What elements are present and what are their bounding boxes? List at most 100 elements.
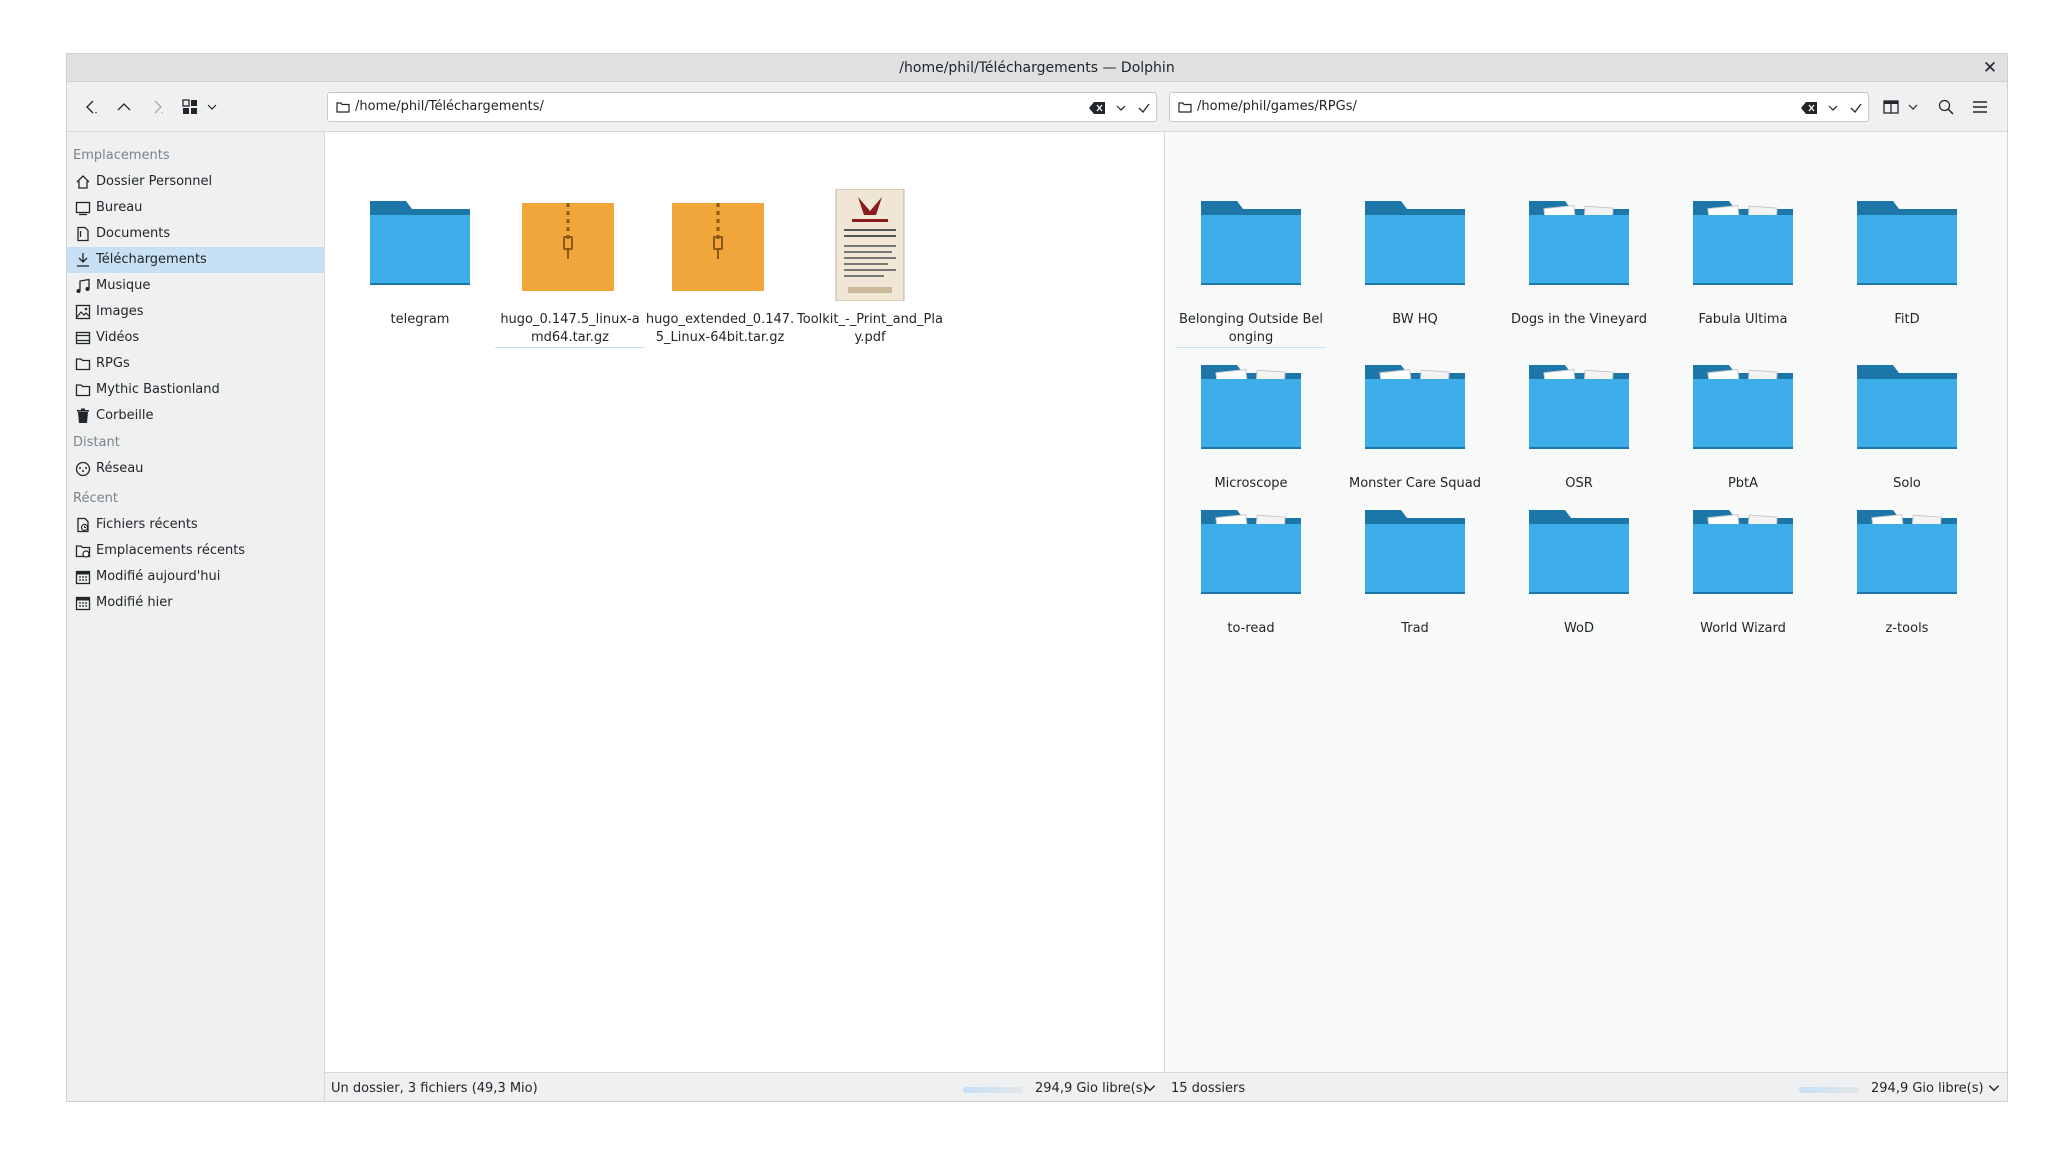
item-name: Toolkit_-_Print_and_Play.pdf	[797, 312, 943, 345]
sidebar-item-label: Dossier Personnel	[96, 174, 213, 189]
sidebar-item[interactable]: Modifié hier	[67, 590, 324, 616]
archive-icon	[518, 197, 622, 297]
sidebar-item-label: Téléchargements	[96, 252, 207, 267]
folder-item[interactable]: World Wizard	[1668, 506, 1818, 656]
recent-files-icon	[77, 517, 89, 533]
folder-icon	[1691, 197, 1795, 297]
folder-item[interactable]: WoD	[1504, 506, 1654, 656]
archive-item[interactable]: hugo_extended_0.147.5_Linux-64bit.tar.gz	[645, 197, 795, 347]
folder-item[interactable]: PbtA	[1668, 361, 1818, 511]
folder-icon	[1199, 506, 1303, 606]
folder-item[interactable]: Trad	[1340, 506, 1490, 656]
sidebar-section-heading: Récent	[73, 491, 118, 506]
folder-item[interactable]: telegram	[345, 197, 495, 347]
folder-item[interactable]: to-read	[1176, 506, 1326, 656]
sidebar-item[interactable]: Vidéos	[67, 325, 324, 351]
archive-item[interactable]: hugo_0.147.5_linux-amd64.tar.gz	[495, 197, 645, 348]
right-free-space: 294,9 Gio libre(s)	[1871, 1081, 1984, 1096]
chevron-down-icon[interactable]	[1824, 99, 1842, 117]
chevron-down-icon[interactable]	[200, 95, 224, 119]
archive-icon	[668, 197, 772, 297]
folder-item[interactable]: Fabula Ultima	[1668, 197, 1818, 347]
folder-icon	[1527, 361, 1631, 461]
folder-icon	[1363, 506, 1467, 606]
go-previous-icon[interactable]	[79, 95, 103, 119]
folder-item[interactable]: Belonging Outside Belonging	[1176, 197, 1326, 348]
folder-item[interactable]: Monster Care Squad	[1340, 361, 1490, 511]
sidebar-item-label: Bureau	[96, 200, 143, 215]
chevron-down-icon[interactable]	[1143, 1081, 1157, 1095]
chevron-down-icon[interactable]	[1987, 1081, 2001, 1095]
sidebar-item[interactable]: Mythic Bastionland	[67, 377, 324, 403]
sidebar-item[interactable]: Dossier Personnel	[67, 169, 324, 195]
music-icon	[76, 278, 90, 293]
sidebar-item-label: Réseau	[96, 461, 144, 476]
network-icon	[75, 461, 91, 477]
close-icon[interactable]: ✕	[1979, 57, 2001, 79]
documents-icon	[77, 226, 89, 242]
right-view[interactable]: Belonging Outside Belonging BW HQ Dogs in …	[1165, 132, 2007, 1072]
sidebar-item-label: RPGs	[96, 356, 130, 371]
dolphin-window: /home/phil/Téléchargements — Dolphin ✕ /…	[66, 53, 2008, 1102]
search-icon[interactable]	[1934, 95, 1958, 119]
item-name: Trad	[1401, 621, 1429, 636]
item-name: hugo_0.147.5_linux-amd64.tar.gz	[495, 311, 645, 348]
left-view[interactable]: telegram hugo_0.147.5_linux-amd64.tar.gz h…	[325, 132, 1165, 1072]
item-name: Belonging Outside Belonging	[1176, 311, 1326, 348]
chevron-down-icon[interactable]	[1112, 99, 1130, 117]
hamburger-menu-icon[interactable]	[1968, 95, 1992, 119]
view-icons-icon[interactable]	[178, 95, 202, 119]
left-free-space: 294,9 Gio libre(s)	[1035, 1081, 1148, 1096]
sidebar-item-label: Emplacements récents	[96, 543, 246, 558]
left-location-bar[interactable]: /home/phil/Téléchargements/	[327, 92, 1157, 122]
window-title: /home/phil/Téléchargements — Dolphin	[899, 60, 1175, 76]
folder-item[interactable]: BW HQ	[1340, 197, 1490, 347]
clear-icon[interactable]	[1800, 99, 1818, 117]
confirm-check-icon[interactable]	[1135, 99, 1153, 117]
folder-item[interactable]: OSR	[1504, 361, 1654, 511]
clear-icon[interactable]	[1088, 99, 1106, 117]
folder-icon	[75, 384, 91, 397]
sidebar-item[interactable]: Documents	[67, 221, 324, 247]
sidebar-item[interactable]: Images	[67, 299, 324, 325]
item-name: Microscope	[1214, 476, 1288, 491]
folder-icon	[1178, 102, 1192, 113]
title-bar[interactable]: /home/phil/Téléchargements — Dolphin ✕	[67, 54, 2007, 82]
calendar-icon	[75, 570, 91, 585]
left-status-bar: Un dossier, 3 fichiers (49,3 Mio) 294,9 …	[325, 1072, 1165, 1101]
folder-item[interactable]: Solo	[1832, 361, 1982, 511]
confirm-check-icon[interactable]	[1847, 99, 1865, 117]
chevron-down-icon[interactable]	[1901, 95, 1925, 119]
sidebar-item-label: Musique	[96, 278, 151, 293]
sidebar-item[interactable]: Bureau	[67, 195, 324, 221]
sidebar-item[interactable]: Musique	[67, 273, 324, 299]
folder-item[interactable]: Microscope	[1176, 361, 1326, 511]
sidebar-item[interactable]: Réseau	[67, 456, 324, 482]
sidebar-item[interactable]: RPGs	[67, 351, 324, 377]
folder-item[interactable]: z-tools	[1832, 506, 1982, 656]
item-name: BW HQ	[1392, 312, 1438, 327]
sidebar-item[interactable]: Emplacements récents	[67, 538, 324, 564]
folder-icon	[1855, 361, 1959, 461]
go-up-icon[interactable]	[112, 95, 136, 119]
folder-icon	[1199, 361, 1303, 461]
folder-icon	[1363, 361, 1467, 461]
sidebar-item[interactable]: Corbeille	[67, 403, 324, 429]
pdf-file-item[interactable]: Toolkit_-_Print_and_Play.pdf	[795, 188, 945, 347]
view-split-icon[interactable]	[1879, 95, 1903, 119]
home-icon	[76, 175, 90, 189]
pdf-thumbnail-icon	[818, 188, 922, 305]
folder-item[interactable]: FitD	[1832, 197, 1982, 347]
sidebar-item[interactable]: Fichiers récents	[67, 512, 324, 538]
download-icon	[77, 253, 89, 267]
desktop-icon	[75, 201, 91, 216]
sidebar-item[interactable]: Modifié aujourd'hui	[67, 564, 324, 590]
folder-item[interactable]: Dogs in the Vineyard	[1504, 197, 1654, 347]
sidebar-item[interactable]: Téléchargements	[67, 247, 324, 273]
sidebar-item-label: Mythic Bastionland	[96, 382, 220, 397]
go-next-icon[interactable]	[145, 95, 169, 119]
right-status-bar: 15 dossiers 294,9 Gio libre(s)	[1165, 1072, 2007, 1101]
left-status-text: Un dossier, 3 fichiers (49,3 Mio)	[331, 1081, 538, 1096]
right-location-bar[interactable]: /home/phil/games/RPGs/	[1169, 92, 1869, 122]
sidebar-item-label: Images	[96, 304, 144, 319]
